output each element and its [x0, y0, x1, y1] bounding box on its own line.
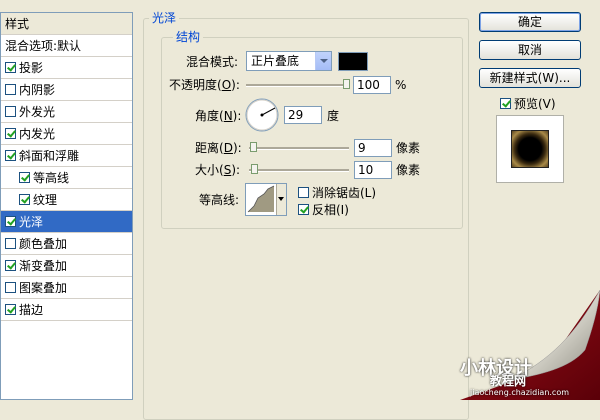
size-input[interactable]: 10	[354, 161, 392, 179]
style-item-label: 图案叠加	[19, 281, 68, 295]
drop-shadow-checkbox[interactable]	[5, 62, 16, 73]
pattern-overlay-checkbox[interactable]	[5, 282, 16, 293]
style-item-contour[interactable]: 等高线	[1, 167, 132, 189]
style-item-color-overlay[interactable]: 颜色叠加	[1, 233, 132, 255]
style-item-label: 光泽	[19, 215, 44, 229]
style-item-label: 描边	[19, 303, 44, 317]
style-preview-swatch	[511, 130, 549, 168]
opacity-slider-track[interactable]	[246, 84, 350, 87]
style-item-label: 颜色叠加	[19, 237, 68, 251]
style-item-label: 内发光	[19, 127, 56, 141]
style-item-inner-shadow[interactable]: 内阴影	[1, 79, 132, 101]
angle-input[interactable]: 29	[284, 106, 322, 124]
invert-checkbox[interactable]	[298, 204, 309, 215]
stroke-checkbox[interactable]	[5, 304, 16, 315]
antialias-option[interactable]: 消除锯齿(L)	[298, 184, 376, 201]
style-item-stroke[interactable]: 描边	[1, 299, 132, 321]
style-item-outer-glow[interactable]: 外发光	[1, 101, 132, 123]
style-item-label: 投影	[19, 61, 44, 75]
blend-mode-select[interactable]: 正片叠底	[246, 51, 332, 71]
gradient-overlay-checkbox[interactable]	[5, 260, 16, 271]
blend-mode-value: 正片叠底	[251, 54, 300, 68]
style-item-label: 渐变叠加	[19, 259, 68, 273]
antialias-label: 消除锯齿(L)	[312, 186, 377, 200]
style-item-label: 等高线	[33, 171, 70, 185]
style-item-texture[interactable]: 纹理	[1, 189, 132, 211]
new-style-button[interactable]: 新建样式(W)...	[479, 68, 581, 88]
opacity-label: 不透明度(O):	[169, 78, 240, 92]
satin-title: 光泽	[149, 11, 180, 25]
ok-button[interactable]: 确定	[479, 12, 581, 32]
style-item-label: 纹理	[33, 193, 58, 207]
opacity-input[interactable]: 100	[353, 76, 391, 94]
angle-unit: 度	[327, 109, 340, 123]
distance-input[interactable]: 9	[354, 139, 392, 157]
styles-header-label: 样式	[5, 17, 30, 31]
style-item-drop-shadow[interactable]: 投影	[1, 57, 132, 79]
cancel-button[interactable]: 取消	[479, 40, 581, 60]
contour-dropdown-arrow[interactable]	[276, 184, 286, 215]
size-unit: 像素	[396, 163, 421, 177]
inner-shadow-checkbox[interactable]	[5, 84, 16, 95]
style-preview	[496, 115, 564, 183]
invert-option[interactable]: 反相(I)	[298, 201, 349, 218]
watermark-site: jiaocheng.chazidian.com	[470, 388, 570, 397]
opacity-unit: %	[395, 78, 407, 92]
styles-list: 样式 混合选项:默认 投影 内阴影 外发光 内发光 斜面和浮雕 等高线 纹理 光…	[0, 12, 133, 400]
size-slider-track[interactable]	[249, 169, 349, 172]
style-item-inner-glow[interactable]: 内发光	[1, 123, 132, 145]
bevel-emboss-checkbox[interactable]	[5, 150, 16, 161]
contour-picker[interactable]	[245, 183, 287, 216]
angle-dial[interactable]	[244, 97, 280, 133]
style-item-label: 内阴影	[19, 83, 56, 97]
style-item-blending-options[interactable]: 混合选项:默认	[1, 35, 132, 57]
size-slider-thumb[interactable]	[251, 164, 258, 174]
satin-checkbox[interactable]	[5, 216, 16, 227]
contour-label: 等高线:	[199, 193, 240, 207]
style-item-label: 斜面和浮雕	[19, 149, 80, 163]
style-item-label: 混合选项:默认	[5, 39, 82, 53]
preview-option[interactable]: 预览(V)	[500, 95, 556, 112]
distance-slider-track[interactable]	[249, 147, 349, 150]
distance-unit: 像素	[396, 141, 421, 155]
style-item-bevel-emboss[interactable]: 斜面和浮雕	[1, 145, 132, 167]
antialias-checkbox[interactable]	[298, 187, 309, 198]
structure-title: 结构	[173, 30, 204, 44]
blend-mode-label: 混合模式:	[186, 55, 239, 69]
contour-preview-icon	[247, 185, 275, 213]
texture-checkbox[interactable]	[19, 194, 30, 205]
style-item-gradient-overlay[interactable]: 渐变叠加	[1, 255, 132, 277]
contour-checkbox[interactable]	[19, 172, 30, 183]
style-item-satin[interactable]: 光泽	[1, 211, 132, 233]
style-item-pattern-overlay[interactable]: 图案叠加	[1, 277, 132, 299]
angle-label: 角度(N):	[195, 109, 242, 123]
inner-glow-checkbox[interactable]	[5, 128, 16, 139]
chevron-down-icon	[315, 52, 331, 70]
preview-checkbox[interactable]	[500, 98, 511, 109]
preview-label: 预览(V)	[514, 97, 556, 111]
invert-label: 反相(I)	[312, 203, 349, 217]
chevron-down-icon	[278, 197, 284, 201]
distance-slider-thumb[interactable]	[250, 142, 257, 152]
blend-color-swatch[interactable]	[338, 52, 368, 71]
style-item-label: 外发光	[19, 105, 56, 119]
color-overlay-checkbox[interactable]	[5, 238, 16, 249]
distance-label: 距离(D):	[195, 141, 242, 155]
opacity-slider-thumb[interactable]	[343, 79, 350, 89]
watermark-tutorial: 教程网	[490, 374, 527, 388]
outer-glow-checkbox[interactable]	[5, 106, 16, 117]
styles-header: 样式	[1, 13, 132, 35]
size-label: 大小(S):	[195, 163, 241, 177]
